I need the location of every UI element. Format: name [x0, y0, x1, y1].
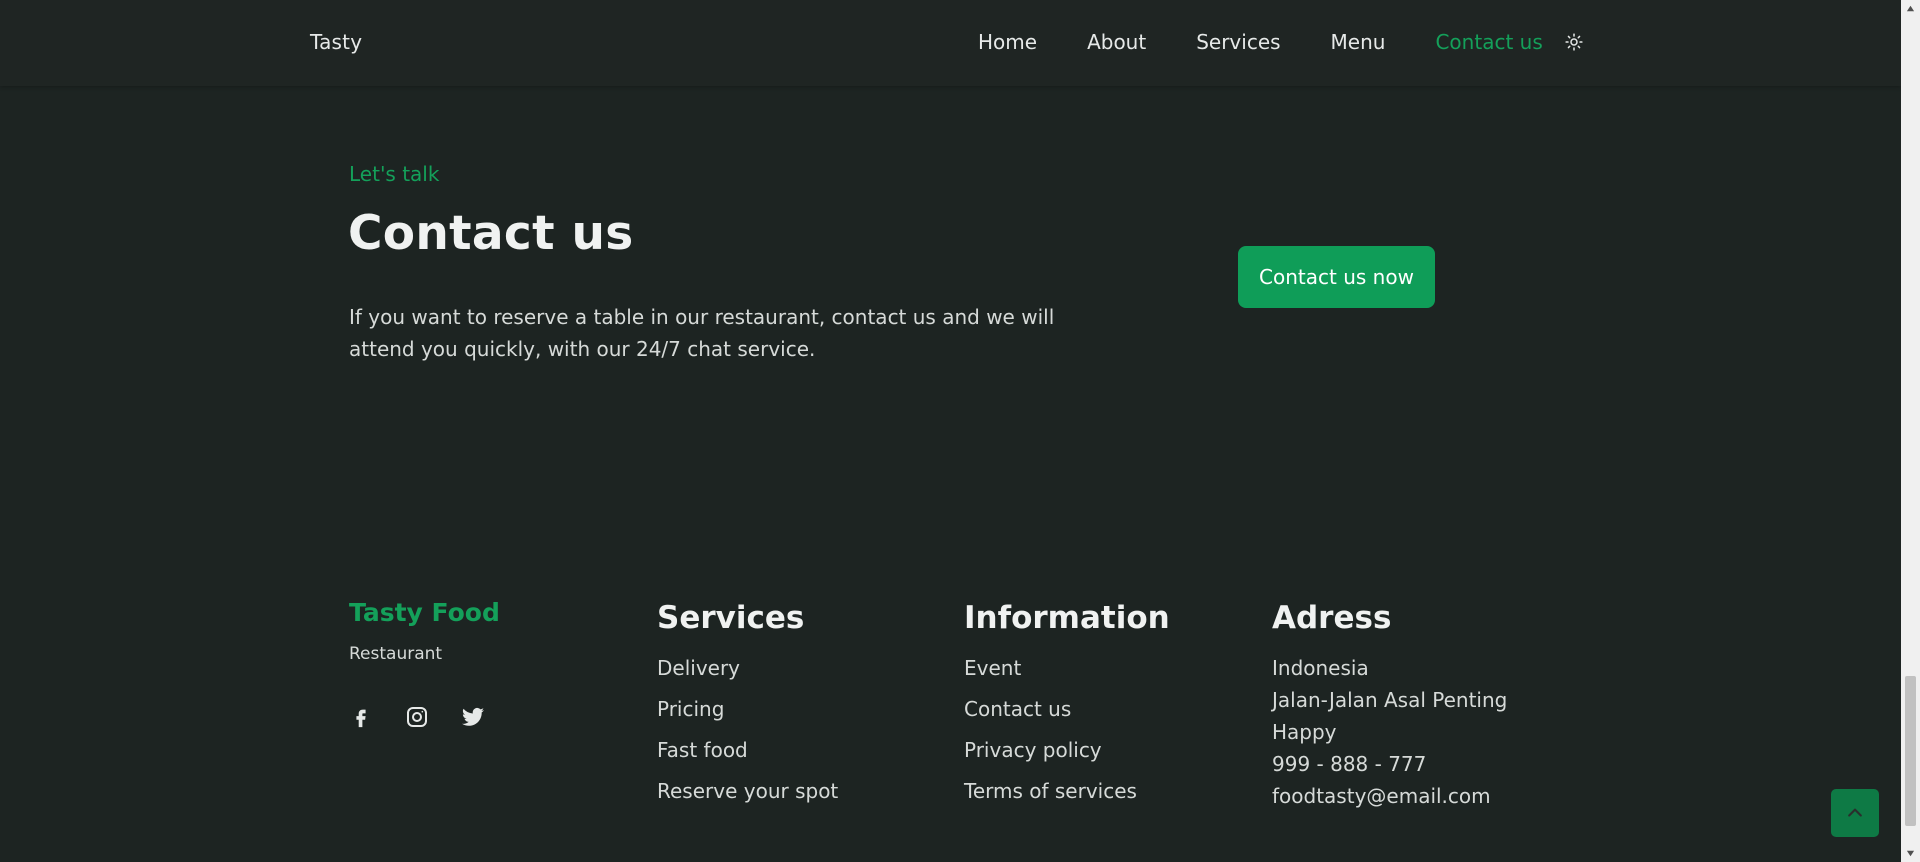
address-email: foodtasty@email.com: [1272, 784, 1491, 808]
footer-link-contact-us[interactable]: Contact us: [964, 697, 1071, 721]
section-description: If you want to reserve a table in our re…: [349, 305, 1055, 361]
nav-about[interactable]: About: [1087, 30, 1146, 54]
sun-icon[interactable]: [1565, 33, 1583, 51]
address-country: Indonesia: [1272, 656, 1369, 680]
footer-services-column: Services Delivery Pricing Fast food Rese…: [657, 600, 838, 820]
footer-services-title: Services: [657, 600, 805, 636]
vertical-scrollbar[interactable]: [1901, 0, 1920, 862]
nav-menu[interactable]: Menu: [1331, 30, 1386, 54]
footer-link-terms-of-services[interactable]: Terms of services: [964, 779, 1137, 803]
footer-link-delivery[interactable]: Delivery: [657, 656, 740, 680]
footer-link-event[interactable]: Event: [964, 656, 1021, 680]
chevron-up-icon: [1848, 808, 1862, 817]
footer-link-pricing[interactable]: Pricing: [657, 697, 724, 721]
nav-contact-us[interactable]: Contact us: [1435, 30, 1542, 54]
scroll-up-arrow-icon[interactable]: [1906, 4, 1915, 13]
scroll-to-top-button[interactable]: [1831, 789, 1879, 837]
site-header: Tasty Home About Services Menu Contact u…: [0, 0, 1901, 86]
footer-link-fast-food[interactable]: Fast food: [657, 738, 748, 762]
footer-address-title: Adress: [1272, 600, 1392, 636]
nav-services[interactable]: Services: [1196, 30, 1280, 54]
page: Tasty Home About Services Menu Contact u…: [0, 0, 1901, 862]
address-city: Happy: [1272, 720, 1337, 744]
section-subtitle: Let's talk: [349, 162, 440, 186]
footer-brand[interactable]: Tasty Food: [349, 598, 500, 627]
instagram-icon[interactable]: [405, 705, 429, 729]
site-logo[interactable]: Tasty: [310, 30, 362, 54]
social-links: [349, 705, 485, 729]
address-phone: 999 - 888 - 777: [1272, 752, 1427, 776]
address-street: Jalan-Jalan Asal Penting: [1272, 688, 1508, 712]
section-title: Contact us: [348, 206, 634, 261]
twitter-icon[interactable]: [461, 705, 485, 729]
facebook-icon[interactable]: [349, 705, 373, 729]
footer-information-column: Information Event Contact us Privacy pol…: [964, 600, 1170, 820]
footer-link-reserve-your-spot[interactable]: Reserve your spot: [657, 779, 838, 803]
main-nav: Home About Services Menu Contact us: [978, 30, 1583, 54]
footer-brand-subtitle: Restaurant: [349, 644, 443, 664]
nav-home[interactable]: Home: [978, 30, 1037, 54]
footer-link-privacy-policy[interactable]: Privacy policy: [964, 738, 1102, 762]
footer-information-title: Information: [964, 600, 1170, 636]
scrollbar-thumb[interactable]: [1905, 676, 1916, 826]
contact-us-now-button[interactable]: Contact us now: [1238, 246, 1435, 308]
scroll-down-arrow-icon[interactable]: [1906, 849, 1915, 858]
footer-address-column: Adress Indonesia Jalan-Jalan Asal Pentin…: [1272, 600, 1507, 816]
